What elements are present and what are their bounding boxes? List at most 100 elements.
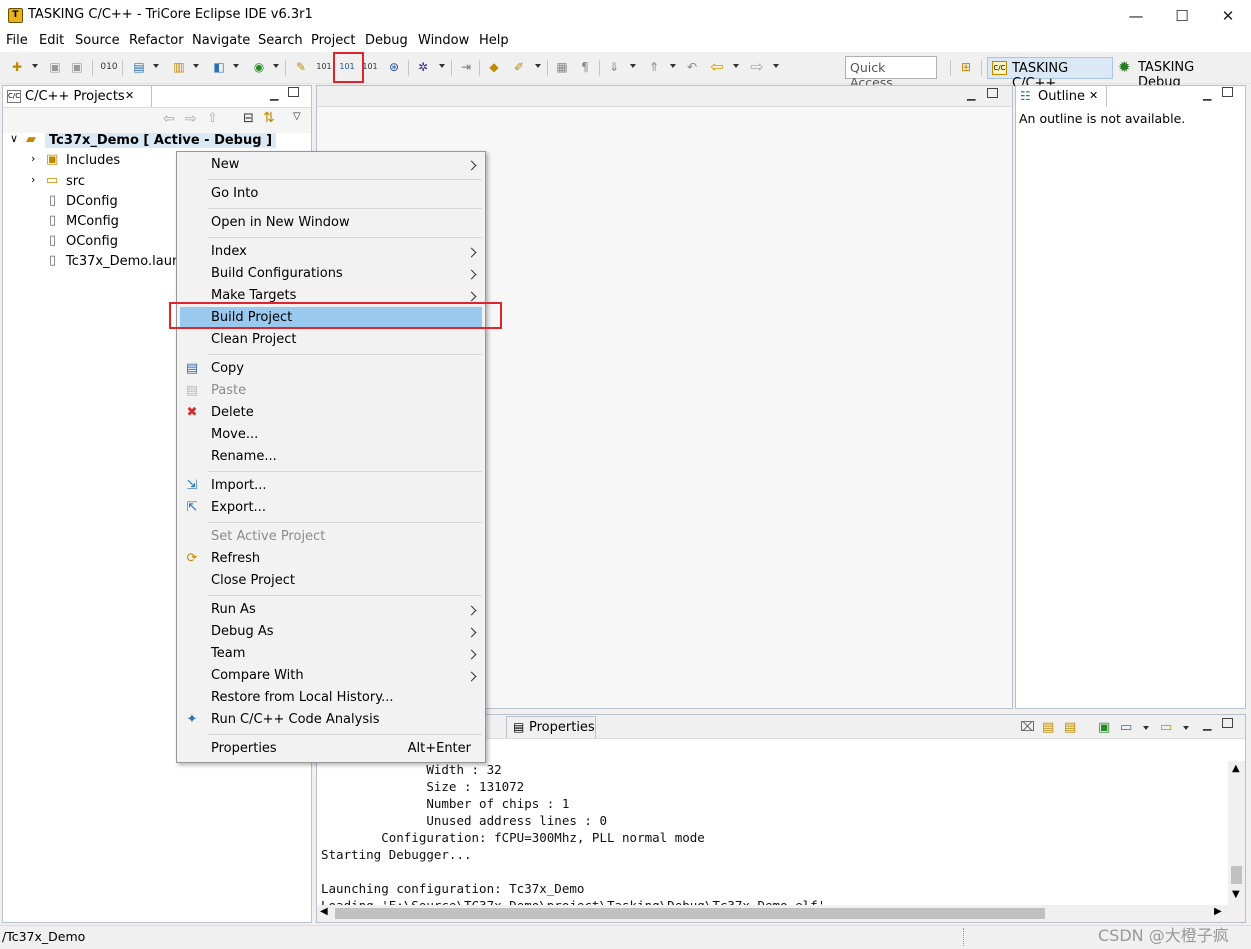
menu-edit[interactable]: Edit	[39, 33, 64, 48]
menu-item-debug-as[interactable]: Debug As	[211, 621, 274, 643]
show-whitespace-icon[interactable]: ¶	[576, 58, 594, 76]
link-editor-icon[interactable]: ⇅	[263, 110, 275, 126]
up-nav-icon[interactable]: ⇧	[207, 111, 218, 126]
debug-icon[interactable]: ✲	[414, 58, 432, 76]
menu-item-go-into[interactable]: Go Into	[211, 183, 258, 205]
chevron-down-icon[interactable]	[273, 64, 279, 68]
run-external-icon[interactable]: ◉	[250, 58, 268, 76]
chevron-down-icon[interactable]: ∨	[10, 132, 18, 145]
scroll-thumb[interactable]	[1231, 866, 1242, 884]
binary-icon[interactable]: 010	[100, 58, 118, 76]
back-nav-icon[interactable]: ⇦	[163, 111, 175, 127]
chevron-down-icon[interactable]	[233, 64, 239, 68]
menu-item-build-configurations[interactable]: Build Configurations	[211, 263, 343, 285]
next-annotation-icon[interactable]: ⇓	[605, 58, 623, 76]
search-icon[interactable]: ✐	[510, 58, 528, 76]
menu-item-import[interactable]: Import...	[211, 475, 267, 497]
collapse-all-icon[interactable]: ⊟	[243, 111, 254, 126]
new-class-icon[interactable]: ◧	[210, 58, 228, 76]
chevron-down-icon[interactable]	[1143, 726, 1149, 730]
menu-item-team[interactable]: Team	[211, 643, 245, 665]
scroll-left-icon[interactable]: ◀	[320, 906, 328, 917]
step-icon[interactable]: ⇥	[457, 58, 475, 76]
maximize-view-icon[interactable]	[1222, 87, 1233, 97]
menu-refactor[interactable]: Refactor	[129, 33, 184, 48]
pin-console-icon[interactable]: ▣	[1098, 720, 1110, 735]
menu-item-restore-from-local-history[interactable]: Restore from Local History...	[211, 687, 393, 709]
chevron-right-icon[interactable]: ›	[31, 173, 35, 186]
last-edit-icon[interactable]: ↶	[683, 58, 701, 76]
menu-help[interactable]: Help	[479, 33, 509, 48]
menu-navigate[interactable]: Navigate	[192, 33, 250, 48]
menu-item-delete[interactable]: Delete	[211, 402, 254, 424]
compile-icon[interactable]: 101	[315, 58, 333, 76]
perspective-tasking-cpp[interactable]: C/C TASKING C/C++	[987, 57, 1113, 91]
chevron-down-icon[interactable]	[670, 64, 676, 68]
chevron-down-icon[interactable]	[773, 64, 779, 68]
prev-annotation-icon[interactable]: ⇑	[645, 58, 663, 76]
minimize-button[interactable]: —	[1113, 0, 1159, 31]
close-tab-icon[interactable]: ✕	[1089, 89, 1098, 102]
tab-outline[interactable]: ☷ Outline ✕	[1015, 85, 1107, 107]
back-icon[interactable]: ⇦	[708, 58, 726, 76]
maximize-view-icon[interactable]	[987, 88, 998, 98]
console-horizontal-scrollbar[interactable]: ◀ ▶	[317, 905, 1245, 922]
chevron-down-icon[interactable]	[535, 64, 541, 68]
menu-item-properties[interactable]: Properties	[211, 738, 277, 760]
menu-item-refresh[interactable]: Refresh	[211, 548, 260, 570]
minimize-view-icon[interactable]: ▁	[1203, 718, 1211, 731]
view-menu-icon[interactable]: ▽	[293, 111, 301, 122]
menu-item-close-project[interactable]: Close Project	[211, 570, 295, 592]
forward-nav-icon[interactable]: ⇨	[185, 111, 197, 127]
scroll-up-icon[interactable]: ▲	[1232, 763, 1240, 774]
menu-item-export[interactable]: Export...	[211, 497, 266, 519]
scroll-thumb[interactable]	[335, 908, 1045, 919]
word-wrap-icon[interactable]: ▤	[1064, 720, 1076, 735]
chevron-right-icon[interactable]: ›	[31, 152, 35, 165]
toggle-mark-icon[interactable]: ▦	[553, 58, 571, 76]
menu-debug[interactable]: Debug	[365, 33, 408, 48]
new-icon[interactable]: ✚	[8, 58, 26, 76]
perspective-tasking-debug[interactable]: ✹ TASKING Debug	[1114, 57, 1244, 90]
new-folder-icon[interactable]: ▥	[170, 58, 188, 76]
menu-item-rename[interactable]: Rename...	[211, 446, 277, 468]
scroll-right-icon[interactable]: ▶	[1214, 906, 1222, 917]
save-icon[interactable]: ▣	[46, 58, 64, 76]
menu-project[interactable]: Project	[311, 33, 355, 48]
globe-icon[interactable]: ⊛	[385, 58, 403, 76]
maximize-button[interactable]: ☐	[1159, 0, 1205, 31]
menu-item-index[interactable]: Index	[211, 241, 247, 263]
chevron-down-icon[interactable]	[733, 64, 739, 68]
wrench-icon[interactable]: ✎	[292, 58, 310, 76]
forward-icon[interactable]: ⇨	[748, 58, 766, 76]
menu-item-run-c-c-code-analysis[interactable]: Run C/C++ Code Analysis	[211, 709, 380, 731]
menu-source[interactable]: Source	[75, 33, 120, 48]
chevron-down-icon[interactable]	[32, 64, 38, 68]
tab-properties[interactable]: ▤ Properties	[506, 716, 596, 738]
display-console-icon[interactable]: ▭	[1120, 720, 1132, 735]
open-console-icon[interactable]: ▭	[1160, 720, 1172, 735]
quick-access-input[interactable]: Quick Access	[845, 56, 937, 90]
console-vertical-scrollbar[interactable]: ▲ ▼	[1228, 761, 1245, 905]
menu-window[interactable]: Window	[418, 33, 469, 48]
scroll-down-icon[interactable]: ▼	[1232, 889, 1240, 900]
chevron-down-icon[interactable]	[630, 64, 636, 68]
clear-console-icon[interactable]: ⌧	[1020, 720, 1035, 735]
menu-item-new[interactable]: New	[211, 154, 239, 176]
menu-item-move[interactable]: Move...	[211, 424, 258, 446]
maximize-view-icon[interactable]	[288, 87, 299, 97]
tab-cpp-projects[interactable]: C/C C/C++ Projects ✕	[2, 85, 152, 107]
menu-item-copy[interactable]: Copy	[211, 358, 244, 380]
minimize-view-icon[interactable]: ▁	[1203, 88, 1211, 101]
minimize-view-icon[interactable]: ▁	[270, 88, 278, 101]
menu-item-clean-project[interactable]: Clean Project	[211, 329, 297, 351]
new-project-icon[interactable]: ▤	[130, 58, 148, 76]
menu-search[interactable]: Search	[258, 33, 303, 48]
save-all-icon[interactable]: ▣	[68, 58, 86, 76]
chevron-down-icon[interactable]	[439, 64, 445, 68]
close-tab-icon[interactable]: ✕	[125, 89, 134, 102]
close-button[interactable]: ✕	[1205, 0, 1251, 31]
chevron-down-icon[interactable]	[1183, 726, 1189, 730]
chevron-down-icon[interactable]	[153, 64, 159, 68]
minimize-view-icon[interactable]: ▁	[967, 88, 975, 101]
